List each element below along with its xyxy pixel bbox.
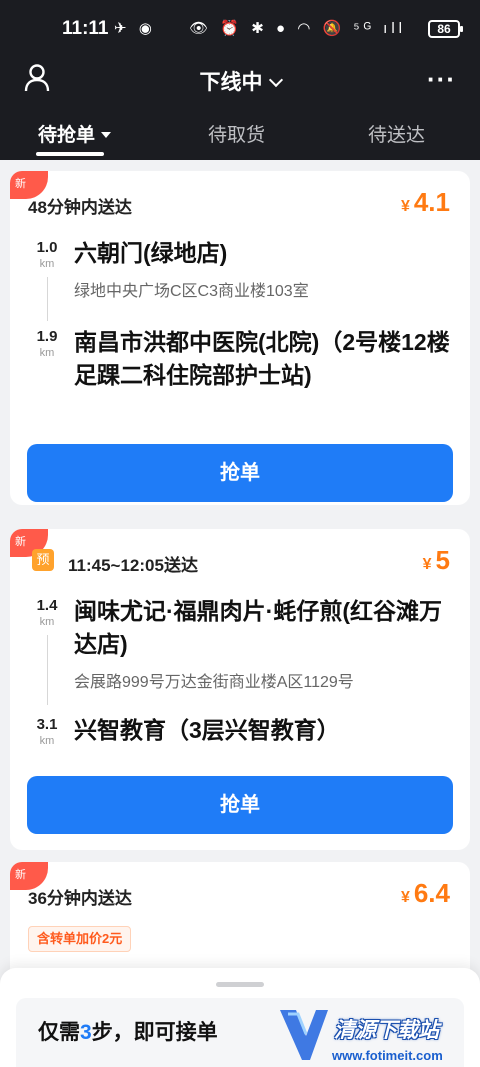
reservation-tag: 预 bbox=[32, 549, 54, 571]
watermark-logo-icon bbox=[280, 1010, 328, 1060]
delivery-eta: 36分钟内送达 bbox=[28, 889, 132, 908]
dropoff-distance: 3.1 km bbox=[36, 716, 58, 747]
work-status-dropdown[interactable]: 下线中 bbox=[0, 66, 480, 96]
pickup-name: 闽味尤记·福鼎肉片·蚝仔煎(红谷滩万达店) bbox=[74, 598, 442, 657]
price-amount: 5 bbox=[435, 545, 450, 575]
drag-handle[interactable] bbox=[216, 982, 264, 987]
currency-symbol: ¥ bbox=[400, 889, 410, 906]
tab-label: 待送达 bbox=[368, 125, 426, 146]
order-card[interactable]: 新 预 11:45~12:05送达 ¥5 1.4 km 闽味尤记·福鼎肉片·蚝仔… bbox=[10, 529, 470, 850]
watermark-url: www.fotimeit.com bbox=[332, 1048, 443, 1063]
tab-label: 待取货 bbox=[208, 125, 266, 146]
currency-symbol: ¥ bbox=[400, 198, 410, 215]
order-price: ¥6.4 bbox=[401, 878, 450, 909]
status-time: 11:11 bbox=[62, 18, 109, 39]
tab-pending-delivery[interactable]: 待送达 bbox=[368, 120, 425, 147]
site-watermark: 清源下载站 www.fotimeit.com bbox=[276, 1004, 466, 1066]
grab-order-button[interactable]: 抢单 bbox=[27, 444, 453, 502]
price-amount: 4.1 bbox=[413, 187, 450, 217]
route-line bbox=[47, 277, 48, 321]
nav-row: 下线中 ··· bbox=[0, 56, 480, 104]
price-amount: 6.4 bbox=[413, 878, 450, 908]
onboarding-text: 仅需3步，即可接单 bbox=[38, 1021, 218, 1044]
watermark-title: 清源下载站 bbox=[334, 1019, 439, 1042]
pickup-address: 绿地中央广场C区C3商业楼103室 bbox=[74, 283, 309, 300]
delivery-eta: 48分钟内送达 bbox=[28, 198, 132, 217]
notification-icons: ✈ ◉ bbox=[114, 20, 156, 37]
delivery-eta: 11:45~12:05送达 bbox=[68, 556, 198, 575]
transfer-bonus-tag: 含转单加价2元 bbox=[28, 926, 132, 952]
order-price: ¥5 bbox=[423, 545, 450, 576]
active-tab-indicator bbox=[36, 152, 104, 156]
dropoff-name: 南昌市洪都中医院(北院)（2号楼12楼足踝二科住院部护士站) bbox=[74, 329, 450, 388]
work-status-label: 下线中 bbox=[199, 71, 263, 94]
pickup-address: 会展路999号万达金街商业楼A区1129号 bbox=[74, 674, 354, 691]
tab-label: 待抢单 bbox=[38, 125, 96, 146]
pickup-distance: 1.4 km bbox=[36, 597, 58, 628]
step-count: 3 bbox=[80, 1021, 92, 1044]
grab-order-button[interactable]: 抢单 bbox=[27, 776, 453, 834]
chevron-down-icon bbox=[268, 72, 283, 88]
caret-down-icon bbox=[101, 132, 112, 138]
status-bar: 11:11 ✈ ◉ 👁 ⏰ ✱ ● ◠ 🔕 ⁵ᴳ ıll 86 bbox=[0, 0, 480, 56]
order-price: ¥4.1 bbox=[401, 187, 450, 218]
dropoff-distance: 1.9 km bbox=[36, 328, 58, 359]
battery-icon: 86 bbox=[428, 20, 463, 38]
order-card[interactable]: 新 48分钟内送达 ¥4.1 1.0 km 六朝门(绿地店) 绿地中央广场C区C… bbox=[10, 171, 470, 505]
route-line bbox=[47, 635, 48, 705]
more-icon[interactable]: ··· bbox=[427, 64, 456, 95]
tab-pending-pickup[interactable]: 待取货 bbox=[208, 120, 265, 147]
top-header: 11:11 ✈ ◉ 👁 ⏰ ✱ ● ◠ 🔕 ⁵ᴳ ıll 86 下线中 ··· … bbox=[0, 0, 480, 160]
dropoff-name: 兴智教育（3层兴智教育） bbox=[74, 717, 340, 743]
pickup-distance: 1.0 km bbox=[36, 239, 58, 270]
currency-symbol: ¥ bbox=[422, 556, 432, 573]
tab-pending-grab[interactable]: 待抢单 bbox=[38, 120, 112, 147]
pickup-name: 六朝门(绿地店) bbox=[74, 240, 228, 266]
system-icons: 👁 ⏰ ✱ ● ◠ 🔕 ⁵ᴳ ıll bbox=[189, 20, 406, 37]
order-tabs: 待抢单 待取货 待送达 bbox=[0, 112, 480, 160]
